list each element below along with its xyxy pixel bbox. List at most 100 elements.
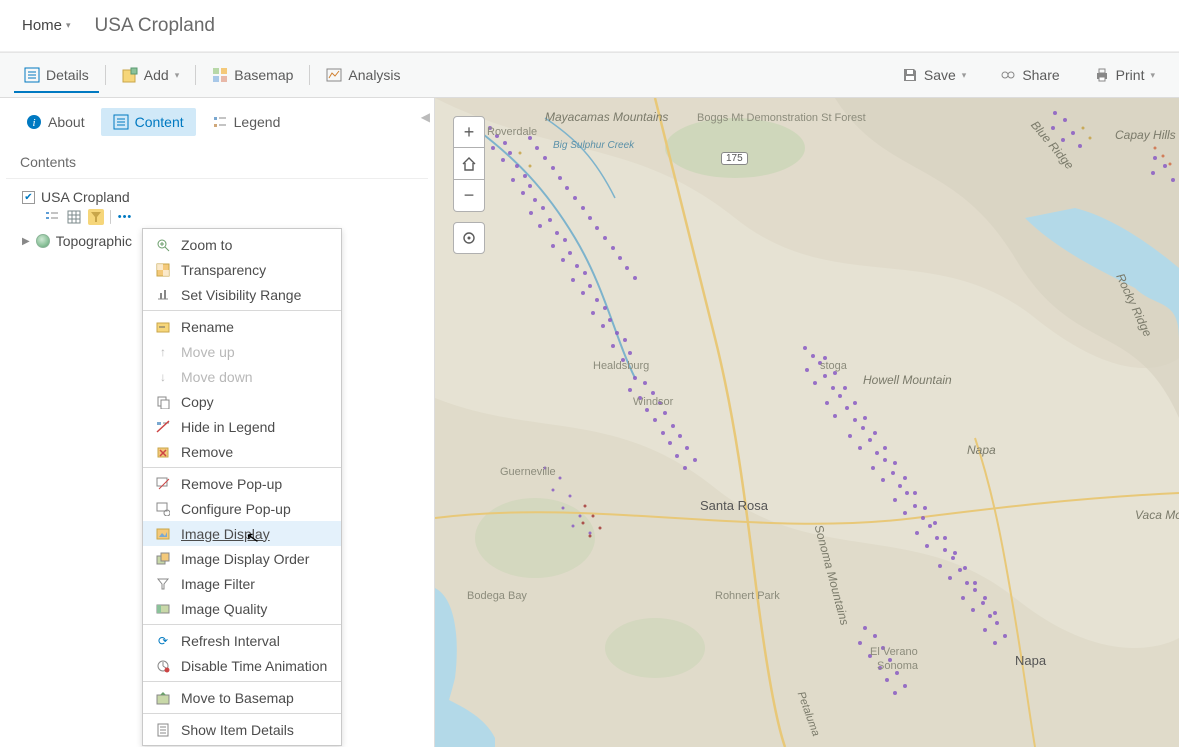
zoom-out-button[interactable]: −: [453, 180, 485, 212]
ctx-transparency[interactable]: Transparency: [143, 257, 341, 282]
checkbox-checked-icon[interactable]: ✔: [22, 191, 35, 204]
map-canvas[interactable]: + − Mayacamas Mountains Boggs Mt Demonst…: [435, 98, 1179, 747]
separator: [309, 65, 310, 85]
app-header: Home ▾ USA Cropland: [0, 0, 1179, 52]
share-label: Share: [1022, 67, 1059, 83]
layer-usa-cropland[interactable]: ✔ USA Cropland: [0, 185, 434, 207]
ctx-label: Move up: [181, 344, 235, 360]
ctx-image-filter[interactable]: Image Filter: [143, 571, 341, 596]
save-label: Save: [924, 67, 956, 83]
ctx-image-display-order[interactable]: Image Display Order: [143, 546, 341, 571]
side-tabs: i About Content Legend: [0, 98, 434, 140]
ctx-visibility-range[interactable]: Set Visibility Range: [143, 282, 341, 307]
ctx-zoom-to[interactable]: Zoom to: [143, 232, 341, 257]
ctx-label: Transparency: [181, 262, 266, 278]
map-label: Roverdale: [487, 126, 537, 138]
ctx-label: Remove: [181, 444, 233, 460]
tab-about-label: About: [48, 114, 85, 130]
share-icon: [1000, 67, 1016, 83]
home-dropdown[interactable]: Home ▾: [12, 11, 81, 40]
save-button[interactable]: Save ▾: [892, 61, 976, 89]
expand-icon[interactable]: ▶: [22, 236, 30, 247]
filter-icon[interactable]: [88, 209, 104, 225]
rename-icon: [155, 319, 171, 335]
remove-icon: [155, 444, 171, 460]
collapse-panel-button[interactable]: ◀: [421, 110, 430, 124]
ctx-copy[interactable]: Copy: [143, 389, 341, 414]
ctx-label: Image Display Order: [181, 551, 309, 567]
tab-content-label: Content: [135, 114, 184, 130]
basemap-button[interactable]: Basemap: [202, 61, 303, 89]
basemap-icon: [212, 67, 228, 83]
ctx-configure-popup[interactable]: Configure Pop-up: [143, 496, 341, 521]
image-order-icon: [155, 551, 171, 567]
remove-popup-icon: [155, 476, 171, 492]
show-legend-icon[interactable]: [44, 209, 60, 225]
ctx-move-up: ↑ Move up: [143, 339, 341, 364]
zoom-in-button[interactable]: +: [453, 116, 485, 148]
ctx-image-quality[interactable]: Image Quality: [143, 596, 341, 621]
details-button[interactable]: Details: [14, 61, 99, 93]
tab-legend[interactable]: Legend: [200, 108, 293, 136]
contents-heading: Contents: [6, 140, 428, 179]
tab-about[interactable]: i About: [14, 108, 97, 136]
ctx-refresh-interval[interactable]: ⟳ Refresh Interval: [143, 628, 341, 653]
details-label: Details: [46, 67, 89, 83]
content-icon: [113, 114, 129, 130]
print-icon: [1094, 67, 1110, 83]
ctx-label: Configure Pop-up: [181, 501, 291, 517]
map-label: Bodega Bay: [467, 590, 527, 602]
chevron-down-icon: ▾: [962, 70, 967, 81]
info-icon: i: [26, 114, 42, 130]
ctx-image-display[interactable]: Image Display: [143, 521, 341, 546]
map-label: Santa Rosa: [700, 498, 768, 513]
locate-button[interactable]: [453, 222, 485, 254]
route-badge: 175: [721, 152, 748, 165]
add-button[interactable]: Add ▾: [112, 61, 189, 89]
map-zoom-controls: + −: [453, 116, 485, 254]
save-icon: [902, 67, 918, 83]
chevron-down-icon: ▾: [66, 20, 71, 31]
layer-action-bar: •••: [0, 207, 434, 229]
hide-legend-icon: [155, 419, 171, 435]
more-options-button[interactable]: •••: [117, 209, 133, 225]
share-button[interactable]: Share: [990, 61, 1069, 89]
home-extent-button[interactable]: [453, 148, 485, 180]
map-label: Healdsburg: [593, 360, 649, 372]
layer-label: USA Cropland: [41, 189, 130, 205]
refresh-icon: ⟳: [155, 633, 171, 649]
configure-popup-icon: [155, 501, 171, 517]
map-label: Napa: [1015, 653, 1046, 668]
ctx-rename[interactable]: Rename: [143, 314, 341, 339]
ctx-item-details[interactable]: Show Item Details: [143, 717, 341, 742]
basemap-label: Basemap: [234, 67, 293, 83]
print-button[interactable]: Print ▾: [1084, 61, 1165, 89]
add-label: Add: [144, 67, 169, 83]
chevron-down-icon: ▾: [1150, 70, 1155, 81]
separator: [195, 65, 196, 85]
transparency-icon: [155, 262, 171, 278]
ctx-move-basemap[interactable]: Move to Basemap: [143, 685, 341, 710]
chevron-down-icon: ▾: [175, 70, 180, 81]
show-table-icon[interactable]: [66, 209, 82, 225]
home-label: Home: [22, 17, 62, 34]
print-label: Print: [1116, 67, 1145, 83]
content-split: i About Content Legend ◀ Contents ✔ USA …: [0, 98, 1179, 747]
item-details-icon: [155, 722, 171, 738]
ctx-remove-popup[interactable]: Remove Pop-up: [143, 471, 341, 496]
basemap-globe-icon: [36, 234, 50, 248]
map-label: Rohnert Park: [715, 590, 780, 602]
separator: [110, 210, 111, 224]
tab-content[interactable]: Content: [101, 108, 196, 136]
ctx-remove[interactable]: Remove: [143, 439, 341, 464]
main-toolbar: Details Add ▾ Basemap Analysis: [0, 52, 1179, 98]
copy-icon: [155, 394, 171, 410]
ctx-disable-time[interactable]: Disable Time Animation: [143, 653, 341, 678]
image-filter-icon: [155, 576, 171, 592]
ctx-label: Set Visibility Range: [181, 287, 301, 303]
ctx-label: Disable Time Animation: [181, 658, 327, 674]
ctx-hide-legend[interactable]: Hide in Legend: [143, 414, 341, 439]
arrow-down-icon: ↓: [155, 369, 171, 385]
move-basemap-icon: [155, 690, 171, 706]
analysis-button[interactable]: Analysis: [316, 61, 410, 89]
